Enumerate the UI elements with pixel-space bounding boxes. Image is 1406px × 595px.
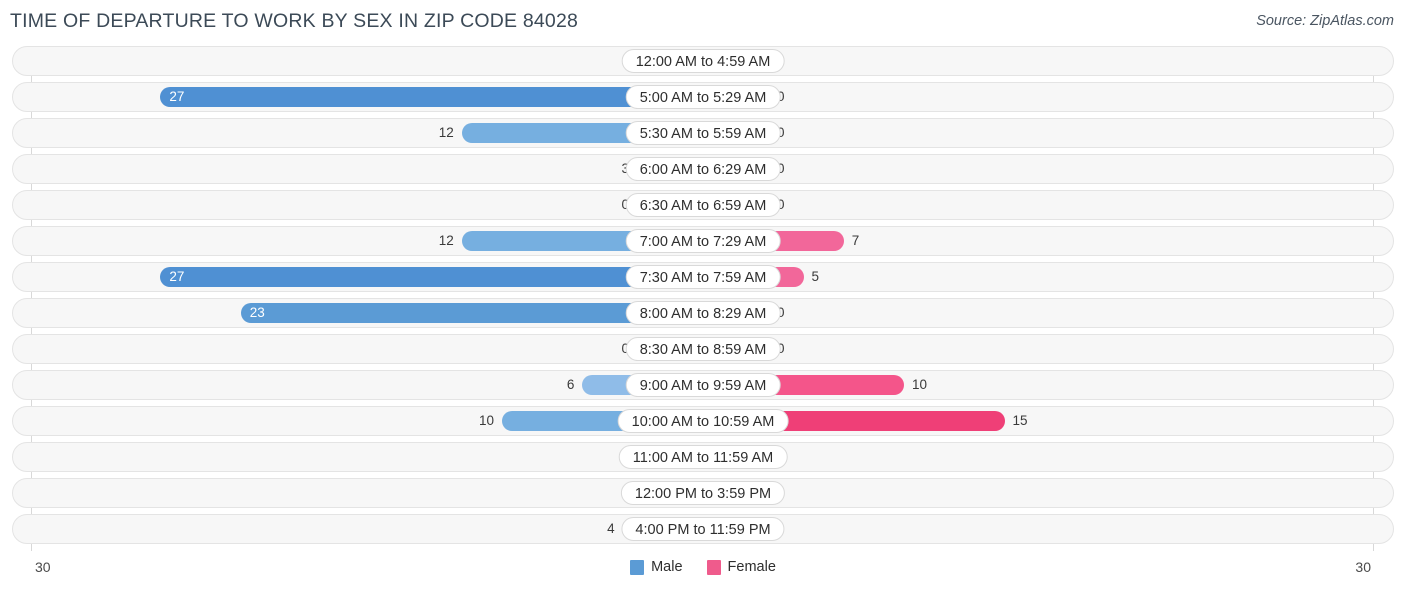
category-label-pill: 9:00 AM to 9:59 AM <box>625 373 781 397</box>
legend-item-male[interactable]: Male <box>630 559 683 575</box>
category-label-pill: 6:30 AM to 6:59 AM <box>625 193 781 217</box>
female-value-label: 5 <box>811 269 820 284</box>
bar-row: 6 10 9:00 AM to 9:59 AM <box>0 370 1406 400</box>
male-bar-inline-value: 27 <box>169 89 185 104</box>
male-bar[interactable]: 27 <box>160 87 703 107</box>
bar-row: 0012:00 AM to 4:59 AM <box>0 46 1406 76</box>
male-bar-inline-value: 23 <box>249 305 265 320</box>
chart-footer: 30 30 Male Female <box>0 551 1406 595</box>
female-value-label: 10 <box>912 377 928 392</box>
bar-row: 12 7 7:00 AM to 7:29 AM <box>0 226 1406 256</box>
category-label-pill: 12:00 PM to 3:59 PM <box>620 481 786 505</box>
male-value-label: 12 <box>438 233 454 248</box>
chart-legend: Male Female <box>0 559 1406 575</box>
bar-row: 006:30 AM to 6:59 AM <box>0 190 1406 220</box>
legend-label-male: Male <box>651 559 683 575</box>
category-label-pill: 5:00 AM to 5:29 AM <box>625 85 781 109</box>
legend-item-female[interactable]: Female <box>706 559 776 575</box>
category-label-pill: 8:00 AM to 8:29 AM <box>625 301 781 325</box>
male-bar[interactable]: 27 <box>160 267 703 287</box>
male-value-label: 10 <box>478 413 494 428</box>
male-value-label: 4 <box>607 521 615 536</box>
category-label-pill: 10:00 AM to 10:59 AM <box>617 409 789 433</box>
source-attribution: Source: ZipAtlas.com <box>1256 13 1394 29</box>
category-label-pill: 8:30 AM to 8:59 AM <box>625 337 781 361</box>
bar-row: 27 0 5:00 AM to 5:29 AM <box>0 82 1406 112</box>
male-color-swatch <box>630 559 645 575</box>
chart-plot-area: 0012:00 AM to 4:59 AM 2705:00 AM to 5:29 … <box>0 46 1406 551</box>
male-value-label: 12 <box>438 125 454 140</box>
female-color-swatch <box>706 559 721 575</box>
bar-row: 10 15 10:00 AM to 10:59 AM <box>0 406 1406 436</box>
female-value-label: 7 <box>851 233 860 248</box>
bar-row: 306:00 AM to 6:29 AM <box>0 154 1406 184</box>
male-value-label: 6 <box>566 377 575 392</box>
bar-row: 0012:00 PM to 3:59 PM <box>0 478 1406 508</box>
category-label-pill: 11:00 AM to 11:59 AM <box>618 445 788 469</box>
bar-row: 12 0 5:30 AM to 5:59 AM <box>0 118 1406 148</box>
bar-row: 008:30 AM to 8:59 AM <box>0 334 1406 364</box>
bar-row: 23 0 8:00 AM to 8:29 AM <box>0 298 1406 328</box>
female-value-label: 15 <box>1012 413 1028 428</box>
legend-label-female: Female <box>727 559 776 575</box>
bar-row: 27 5 7:30 AM to 7:59 AM <box>0 262 1406 292</box>
bar-row: 404:00 PM to 11:59 PM <box>0 514 1406 544</box>
male-bar-inline-value: 27 <box>169 269 185 284</box>
chart-header: TIME OF DEPARTURE TO WORK BY SEX IN ZIP … <box>0 0 1406 46</box>
category-label-pill: 4:00 PM to 11:59 PM <box>621 517 785 541</box>
category-label-pill: 7:30 AM to 7:59 AM <box>625 265 781 289</box>
page-title: TIME OF DEPARTURE TO WORK BY SEX IN ZIP … <box>10 10 579 32</box>
category-label-pill: 5:30 AM to 5:59 AM <box>625 121 781 145</box>
bar-row: 0011:00 AM to 11:59 AM <box>0 442 1406 472</box>
category-label-pill: 6:00 AM to 6:29 AM <box>625 157 781 181</box>
category-label-pill: 7:00 AM to 7:29 AM <box>625 229 781 253</box>
bar-rows-container: 0012:00 AM to 4:59 AM 2705:00 AM to 5:29 … <box>0 46 1406 550</box>
category-label-pill: 12:00 AM to 4:59 AM <box>621 49 785 73</box>
